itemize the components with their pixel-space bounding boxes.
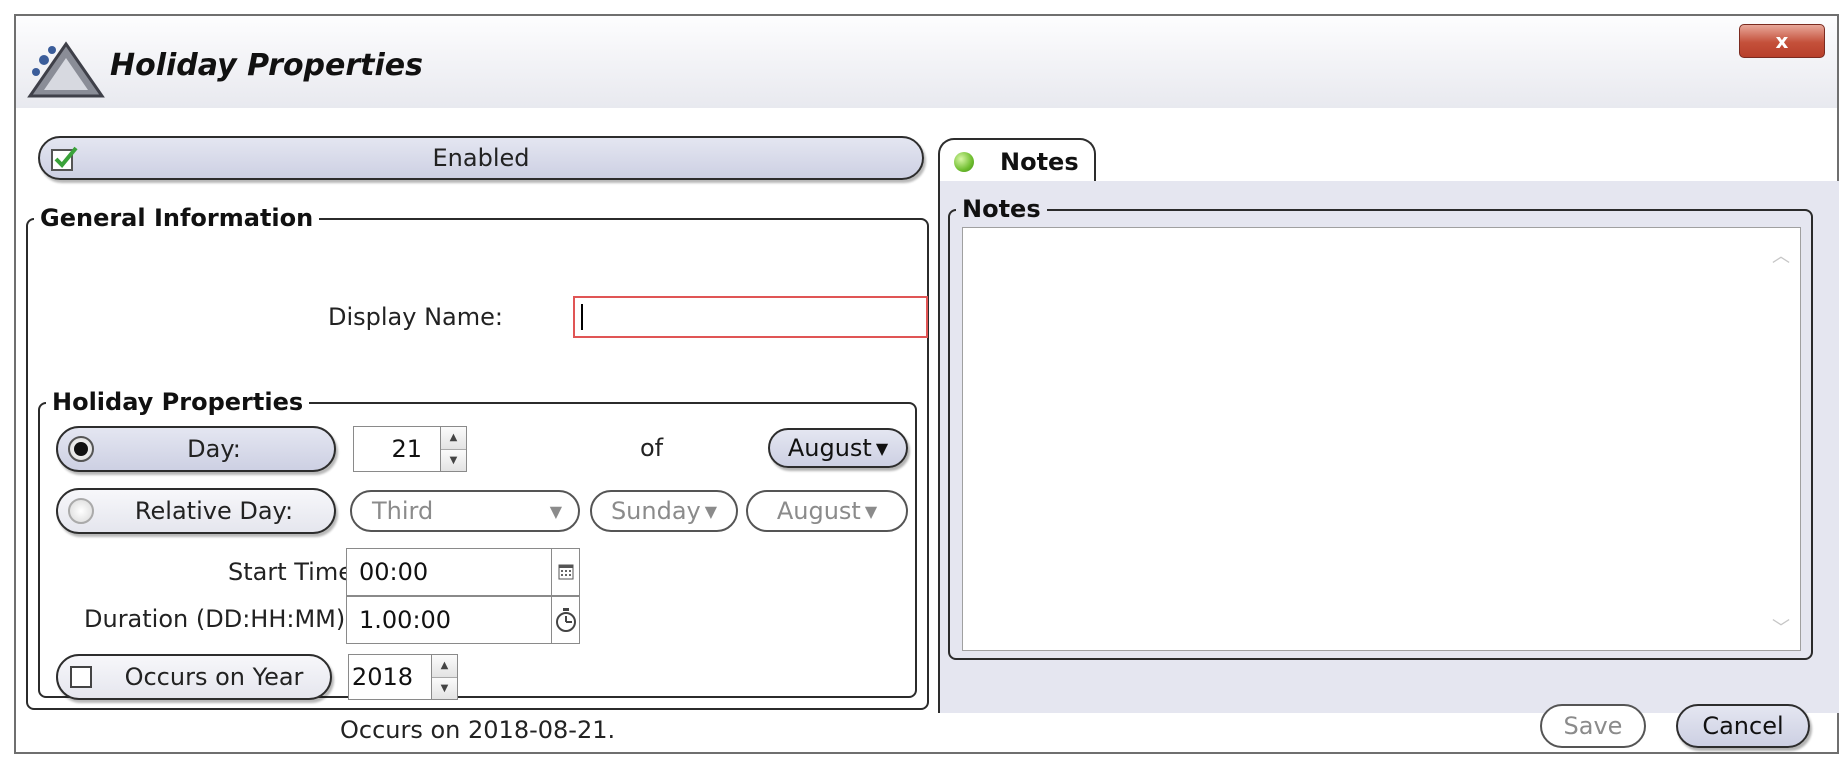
save-button-label: Save — [1563, 712, 1623, 740]
enabled-label: Enabled — [432, 144, 530, 172]
duration-picker-button[interactable] — [552, 596, 580, 644]
holiday-properties-legend: Holiday Properties — [46, 388, 310, 416]
day-month-dropdown[interactable]: August ▼ — [768, 428, 908, 468]
day-radio-option[interactable]: Day: — [56, 426, 336, 472]
close-icon: x — [1775, 29, 1789, 53]
of-label: of — [640, 434, 664, 462]
notes-group: Notes ︿ ﹀ — [948, 195, 1813, 660]
chevron-down-icon: ▼ — [549, 501, 562, 521]
general-information-group: General Information Display Name: Holida… — [26, 204, 929, 744]
occurs-on-year-label: Occurs on Year — [124, 663, 304, 691]
year-value[interactable]: 2018 — [348, 654, 432, 700]
relative-ordinal-value: Third — [372, 497, 434, 525]
green-check-icon — [51, 146, 78, 171]
duration-label: Duration (DD:HH:MM) — [84, 605, 346, 633]
notes-tab-panel: Notes ︿ ﹀ — [938, 181, 1839, 713]
day-decrement-button[interactable]: ▼ — [441, 448, 466, 471]
start-time-input[interactable]: 00:00 — [346, 548, 552, 596]
cancel-button-label: Cancel — [1702, 712, 1784, 740]
relative-day-radio-icon — [68, 498, 94, 524]
year-spinner[interactable]: 2018 ▲ ▼ — [348, 654, 458, 700]
stopwatch-icon — [555, 608, 576, 632]
holiday-properties-group: Holiday Properties Day: 21 ▲ ▼ of August — [38, 388, 917, 744]
close-button[interactable]: x — [1739, 24, 1825, 58]
occurs-on-year-toggle[interactable]: Occurs on Year — [56, 654, 332, 700]
day-radio-icon — [68, 436, 94, 462]
text-caret — [581, 304, 583, 330]
calendar-button[interactable] — [552, 548, 580, 596]
day-month-value: August — [787, 434, 872, 462]
window-title: Holiday Properties — [110, 48, 423, 83]
day-value[interactable]: 21 — [353, 426, 441, 472]
year-decrement-button[interactable]: ▼ — [432, 676, 457, 699]
save-button[interactable]: Save — [1540, 704, 1646, 748]
occurs-summary: Occurs on 2018-08-21. — [340, 716, 616, 744]
day-radio-label: Day: — [187, 435, 241, 463]
occurs-on-year-checkbox — [70, 666, 92, 688]
relative-weekday-value: Sunday — [610, 497, 701, 525]
holiday-properties-window: Holiday Properties x Enabled General Inf… — [14, 14, 1839, 754]
triangle-logo-icon — [27, 41, 105, 98]
tab-notes[interactable]: Notes — [938, 138, 1096, 183]
general-information-legend: General Information — [34, 204, 320, 232]
duration-input[interactable]: 1.00:00 — [346, 596, 552, 644]
cancel-button[interactable]: Cancel — [1676, 704, 1810, 748]
display-name-label: Display Name: — [328, 303, 503, 331]
chevron-down-icon: ▼ — [875, 438, 889, 458]
duration-value: 1.00:00 — [359, 606, 452, 634]
year-increment-button[interactable]: ▲ — [432, 655, 457, 677]
calendar-icon — [558, 564, 573, 580]
scroll-up-icon[interactable]: ︿ — [1772, 242, 1790, 268]
relative-ordinal-dropdown[interactable]: Third ▼ — [350, 490, 580, 532]
notes-textarea[interactable]: ︿ ﹀ — [962, 227, 1801, 651]
dialog-body: Enabled General Information Display Name… — [16, 108, 1839, 752]
green-led-icon — [954, 151, 974, 172]
relative-day-radio-label: Relative Day: — [134, 497, 294, 525]
tab-notes-label: Notes — [1000, 147, 1079, 176]
title-bar: Holiday Properties x — [16, 16, 1837, 108]
relative-month-dropdown[interactable]: August ▼ — [746, 490, 908, 532]
relative-day-radio-option[interactable]: Relative Day: — [56, 488, 336, 534]
chevron-down-icon: ▼ — [704, 501, 718, 521]
year-spin-buttons: ▲ ▼ — [432, 654, 458, 700]
day-spin-buttons: ▲ ▼ — [441, 426, 467, 472]
start-time-value: 00:00 — [359, 558, 429, 586]
relative-month-value: August — [776, 497, 861, 525]
enabled-toggle[interactable]: Enabled — [38, 136, 924, 180]
start-time-label: Start Time: — [228, 558, 362, 586]
notes-legend: Notes — [956, 195, 1047, 223]
display-name-input[interactable] — [573, 296, 928, 338]
scroll-down-icon[interactable]: ﹀ — [1772, 614, 1790, 640]
day-increment-button[interactable]: ▲ — [441, 427, 466, 449]
chevron-down-icon: ▼ — [864, 501, 878, 521]
day-spinner[interactable]: 21 ▲ ▼ — [353, 426, 467, 472]
relative-weekday-dropdown[interactable]: Sunday ▼ — [590, 490, 738, 532]
